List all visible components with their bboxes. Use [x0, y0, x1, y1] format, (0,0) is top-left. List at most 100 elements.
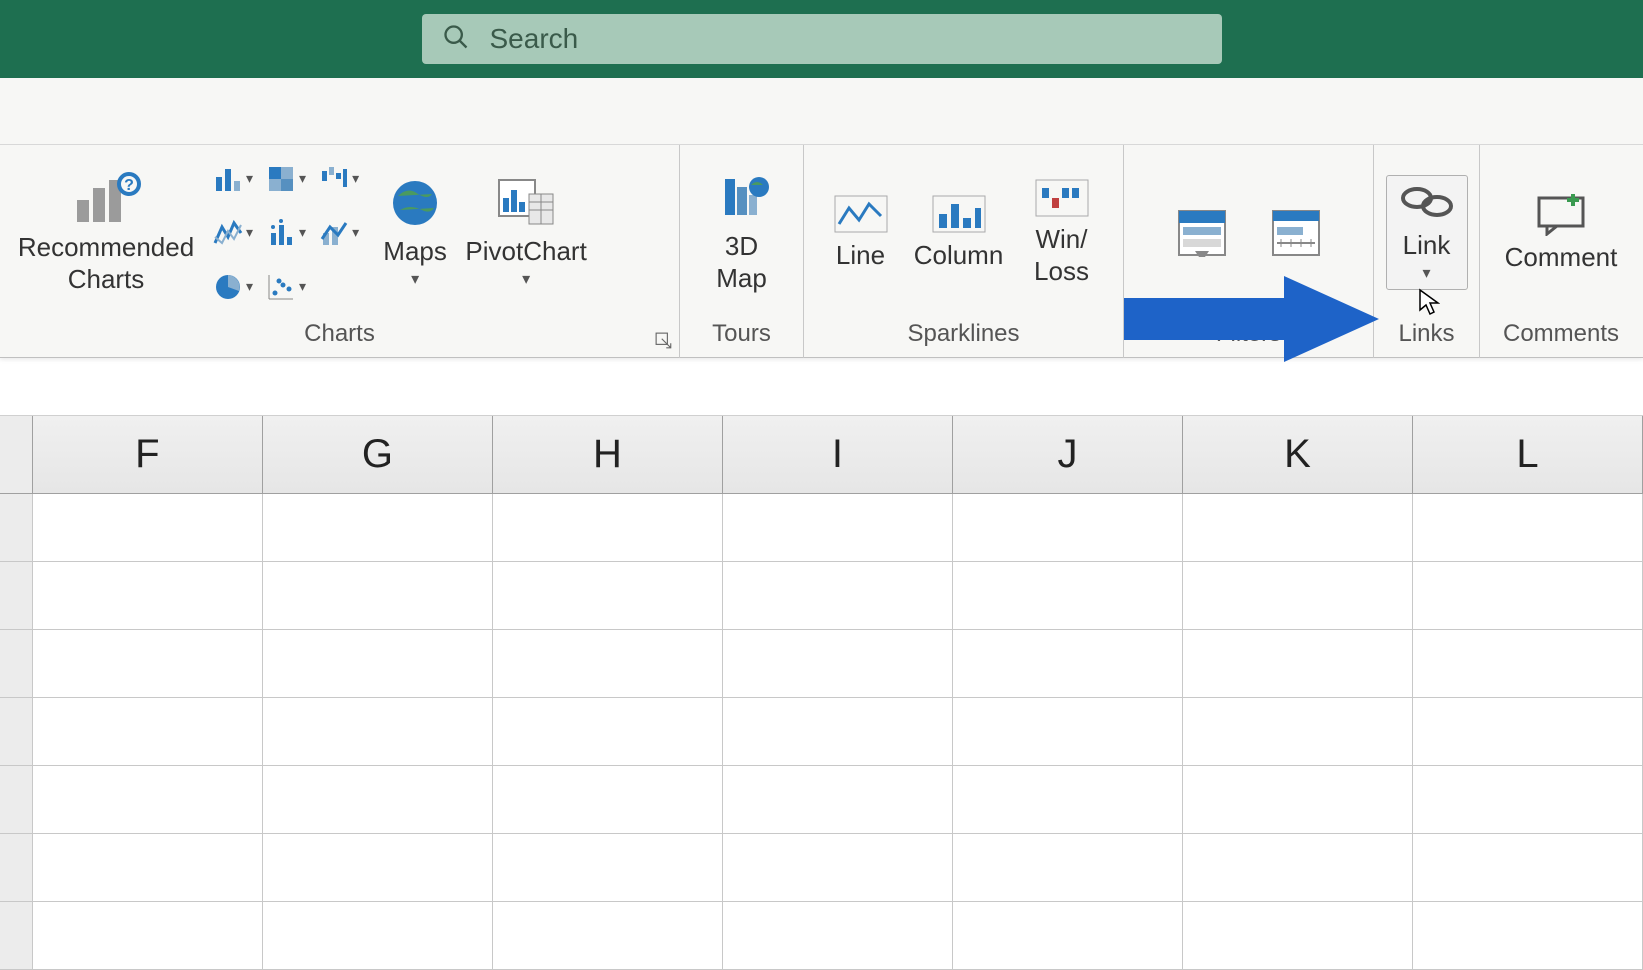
chevron-down-icon: ▾	[299, 224, 306, 241]
cell[interactable]	[1413, 902, 1643, 970]
ribbon-group-charts: ? Recommended Charts ▾ ▾ ▾ ▾ ▾ ▾ ▾ ▾	[0, 145, 680, 358]
cell[interactable]	[33, 698, 263, 766]
column-header[interactable]: F	[33, 416, 263, 493]
cell[interactable]	[1413, 698, 1643, 766]
comment-button[interactable]: Comment	[1497, 188, 1626, 277]
dialog-launcher-icon[interactable]	[655, 332, 673, 350]
cell[interactable]	[263, 562, 493, 630]
link-button[interactable]: Link ▾	[1386, 175, 1468, 290]
cell[interactable]	[33, 834, 263, 902]
row-header[interactable]	[0, 766, 33, 834]
cell[interactable]	[493, 766, 723, 834]
cell[interactable]	[263, 630, 493, 698]
column-header[interactable]: J	[953, 416, 1183, 493]
cell[interactable]	[33, 902, 263, 970]
row-header[interactable]	[0, 698, 33, 766]
search-icon	[442, 23, 470, 56]
cell[interactable]	[493, 562, 723, 630]
grid-row	[0, 902, 1643, 970]
cell[interactable]	[953, 902, 1183, 970]
grid-row	[0, 562, 1643, 630]
cell[interactable]	[493, 834, 723, 902]
cell[interactable]	[33, 630, 263, 698]
search-box[interactable]	[422, 14, 1222, 64]
cell[interactable]	[1413, 494, 1643, 562]
maps-button[interactable]: Maps ▾	[375, 172, 455, 293]
3d-map-button[interactable]: 3D Map	[705, 167, 779, 297]
row-header[interactable]	[0, 630, 33, 698]
cell[interactable]	[1183, 630, 1413, 698]
spreadsheet-grid[interactable]: F G H I J K L	[0, 416, 1643, 970]
cell[interactable]	[493, 698, 723, 766]
row-header[interactable]	[0, 562, 33, 630]
cell[interactable]	[953, 630, 1183, 698]
row-header[interactable]	[0, 902, 33, 970]
cell[interactable]	[263, 698, 493, 766]
sparkline-column-button[interactable]: Column	[909, 190, 1009, 275]
ribbon-group-label: Comments	[1480, 320, 1642, 358]
sparkline-winloss-button[interactable]: Win/ Loss	[1017, 174, 1107, 290]
cell[interactable]	[33, 494, 263, 562]
waterfall-chart-button[interactable]: ▾	[314, 155, 363, 203]
cell[interactable]	[33, 766, 263, 834]
sparkline-column-label: Column	[914, 240, 1004, 271]
column-header[interactable]: H	[493, 416, 723, 493]
cell[interactable]	[493, 630, 723, 698]
row-header[interactable]	[0, 494, 33, 562]
column-chart-button[interactable]: ▾	[208, 155, 257, 203]
cell[interactable]	[263, 902, 493, 970]
cell[interactable]	[1183, 902, 1413, 970]
cell[interactable]	[263, 494, 493, 562]
line-chart-button[interactable]: ▾	[208, 209, 257, 257]
cell[interactable]	[953, 834, 1183, 902]
row-header[interactable]	[0, 834, 33, 902]
column-header[interactable]: G	[263, 416, 493, 493]
cell[interactable]	[1183, 494, 1413, 562]
cell[interactable]	[1413, 630, 1643, 698]
cell[interactable]	[953, 494, 1183, 562]
timeline-button[interactable]	[1259, 203, 1333, 263]
grid-row	[0, 494, 1643, 562]
cell[interactable]	[953, 562, 1183, 630]
scatter-chart-button[interactable]: ▾	[261, 263, 310, 311]
chevron-down-icon: ▾	[522, 269, 530, 289]
slicer-button[interactable]	[1165, 203, 1239, 263]
sparkline-line-button[interactable]: Line	[821, 190, 901, 275]
cell[interactable]	[493, 902, 723, 970]
column-header[interactable]: K	[1183, 416, 1413, 493]
formula-bar-area[interactable]	[0, 358, 1643, 416]
cell[interactable]	[953, 698, 1183, 766]
select-all-corner[interactable]	[0, 416, 33, 493]
cell[interactable]	[1183, 562, 1413, 630]
pivotchart-button[interactable]: PivotChart ▾	[461, 172, 591, 293]
chevron-down-icon: ▾	[246, 278, 253, 295]
column-header[interactable]: I	[723, 416, 953, 493]
cell[interactable]	[33, 562, 263, 630]
hierarchy-chart-button[interactable]: ▾	[261, 155, 310, 203]
cell[interactable]	[723, 902, 953, 970]
search-input[interactable]	[490, 23, 1202, 55]
statistic-chart-button[interactable]: ▾	[261, 209, 310, 257]
cell[interactable]	[1183, 766, 1413, 834]
3d-map-icon	[713, 171, 771, 225]
cell[interactable]	[493, 494, 723, 562]
cell[interactable]	[723, 834, 953, 902]
cell[interactable]	[723, 698, 953, 766]
cell[interactable]	[263, 834, 493, 902]
ribbon-group-sparklines: Line Column Win/ Loss Sparklines	[804, 145, 1124, 358]
cell[interactable]	[1413, 562, 1643, 630]
cell[interactable]	[723, 494, 953, 562]
recommended-charts-button[interactable]: ? Recommended Charts	[16, 166, 196, 298]
cell[interactable]	[1413, 766, 1643, 834]
cell[interactable]	[263, 766, 493, 834]
cell[interactable]	[723, 766, 953, 834]
cell[interactable]	[1183, 834, 1413, 902]
pie-chart-button[interactable]: ▾	[208, 263, 257, 311]
cell[interactable]	[953, 766, 1183, 834]
cell[interactable]	[723, 562, 953, 630]
combo-chart-button[interactable]: ▾	[314, 209, 363, 257]
column-header[interactable]: L	[1413, 416, 1643, 493]
cell[interactable]	[723, 630, 953, 698]
cell[interactable]	[1413, 834, 1643, 902]
cell[interactable]	[1183, 698, 1413, 766]
